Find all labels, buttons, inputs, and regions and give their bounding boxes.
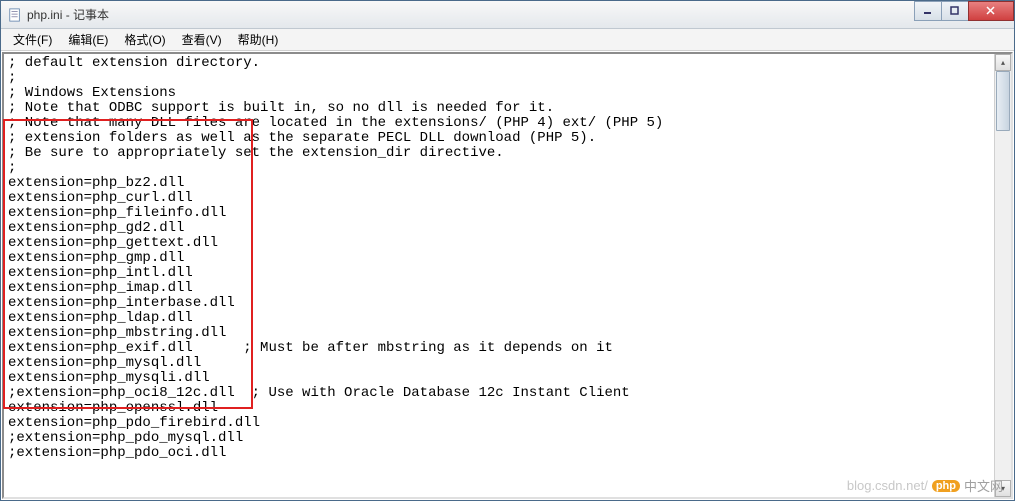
watermark-badge: php bbox=[932, 480, 960, 492]
close-button[interactable] bbox=[968, 1, 1014, 21]
minimize-button[interactable] bbox=[914, 1, 942, 21]
menu-view[interactable]: 查看(V) bbox=[174, 29, 230, 50]
scroll-thumb[interactable] bbox=[996, 71, 1010, 131]
window-controls bbox=[915, 1, 1014, 21]
menu-file[interactable]: 文件(F) bbox=[5, 29, 60, 50]
notepad-icon bbox=[7, 7, 23, 23]
window-title: php.ini - 记事本 bbox=[27, 6, 109, 23]
vertical-scrollbar[interactable]: ▴ ▾ bbox=[994, 54, 1011, 497]
menu-edit[interactable]: 编辑(E) bbox=[60, 29, 116, 50]
text-editor[interactable]: ; default extension directory. ; ; Windo… bbox=[4, 54, 994, 497]
watermark: blog.csdn.net/ php 中文网 bbox=[847, 476, 1003, 495]
maximize-button[interactable] bbox=[941, 1, 969, 21]
menu-help[interactable]: 帮助(H) bbox=[230, 29, 287, 50]
watermark-cn: 中文网 bbox=[964, 476, 1003, 495]
notepad-window: php.ini - 记事本 文件(F) 编辑(E) 格式(O) 查看(V) 帮助… bbox=[0, 0, 1015, 501]
scroll-up-button[interactable]: ▴ bbox=[995, 54, 1011, 71]
menubar: 文件(F) 编辑(E) 格式(O) 查看(V) 帮助(H) bbox=[1, 29, 1014, 51]
menu-format[interactable]: 格式(O) bbox=[116, 29, 173, 50]
titlebar[interactable]: php.ini - 记事本 bbox=[1, 1, 1014, 29]
content-area: ; default extension directory. ; ; Windo… bbox=[2, 52, 1013, 499]
watermark-url: blog.csdn.net/ bbox=[847, 478, 928, 493]
